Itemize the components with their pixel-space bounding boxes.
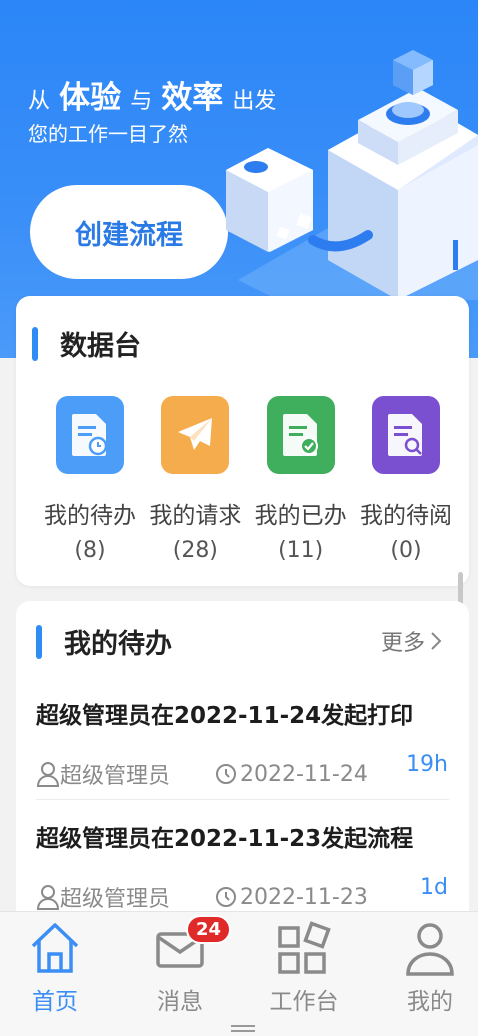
unread-badge: 24 [186,915,232,944]
todo-item-date-text: 2022-11-23 [240,884,368,910]
divider [36,799,449,800]
create-process-button[interactable]: 创建流程 [30,185,228,279]
todo-header: 我的待办 [36,622,172,661]
todo-item-date-text: 2022-11-24 [240,761,368,787]
todo-card: 我的待办 更多 超级管理员在2022-11-24发起打印 超级管理员 2022-… [16,601,469,941]
dashboard-item-my-todo[interactable]: 我的待办 (8) [38,396,142,563]
hero-title-and: 与 [130,89,153,114]
paper-plane-icon [161,396,230,474]
dashboard-item-count: (28) [172,538,218,563]
tab-home[interactable]: 首页 [5,920,105,1016]
dashboard-item-count: (8) [74,538,106,563]
todo-list-item[interactable]: 超级管理员在2022-11-24发起打印 超级管理员 2022-11-24 19… [36,696,448,790]
user-icon [36,762,60,787]
todo-item-age: 1d [420,875,448,900]
clock-icon [216,764,236,784]
home-icon [31,923,79,973]
user-icon [36,885,60,910]
dashboard-item-label: 我的待办 [44,503,136,529]
dashboard-item-label: 我的已办 [254,503,347,529]
todo-item-user: 超级管理员 [36,881,214,913]
todo-item-title: 超级管理员在2022-11-23发起流程 [36,826,414,852]
dashboard-header: 数据台 [32,324,141,363]
tab-workbench[interactable]: 工作台 [254,920,354,1016]
dashboard-grid: 我的待办 (8) 我的请求 (28) 我的已办 (11) 我的待阅 (0) [38,396,458,563]
todo-item-user-name: 超级管理员 [60,764,171,789]
hero-title-experience: 体验 [59,80,122,116]
dashboard-item-label: 我的待阅 [359,503,452,529]
user-icon [406,923,454,976]
tab-label: 工作台 [269,989,339,1015]
todo-item-user: 超级管理员 [36,758,214,790]
hero-title-from: 从 [28,89,51,114]
todo-item-date: 2022-11-24 [214,762,368,787]
tab-messages[interactable]: 24 消息 [130,915,232,1016]
clock-icon [216,887,236,907]
apps-icon [278,921,331,974]
dashboard-item-label: 我的请求 [149,503,242,529]
tab-profile[interactable]: 我的 [380,920,478,1016]
doc-search-icon [371,396,440,474]
isometric-building-illustration [226,50,478,300]
todo-item-user-name: 超级管理员 [60,887,171,912]
hero-subtitle: 您的工作一目了然 [28,122,188,146]
doc-clock-icon [56,396,124,474]
todo-title: 我的待办 [64,629,172,660]
dashboard-item-my-done[interactable]: 我的已办 (11) [249,396,353,563]
section-accent-bar [36,624,42,659]
todo-item-meta: 超级管理员 2022-11-24 19h [36,752,448,790]
hero-title-efficiency: 效率 [161,80,224,116]
home-indicator [231,1025,255,1027]
tab-label: 我的 [407,989,453,1015]
dashboard-item-my-request[interactable]: 我的请求 (28) [143,396,247,563]
todo-list-item[interactable]: 超级管理员在2022-11-23发起流程 超级管理员 2022-11-23 1d [36,819,448,913]
todo-item-date: 2022-11-23 [214,885,368,910]
bottom-tab-bar: 首页 24 消息 工作台 我的 [0,911,478,1036]
tab-label: 首页 [32,989,78,1015]
more-link[interactable]: 更多 [381,625,443,657]
todo-item-title: 超级管理员在2022-11-24发起打印 [36,703,414,729]
doc-check-icon [266,396,335,474]
chevron-right-icon [431,632,442,650]
section-accent-bar [32,326,38,361]
dashboard-item-count: (0) [390,538,422,563]
dashboard-item-my-toread[interactable]: 我的待阅 (0) [354,396,458,563]
more-label: 更多 [380,631,425,656]
dashboard-title: 数据台 [60,331,141,362]
todo-item-meta: 超级管理员 2022-11-23 1d [36,875,448,913]
dashboard-card: 数据台 我的待办 (8) 我的请求 (28) 我的已办 (11) 我的待阅 (0… [16,296,469,586]
dashboard-item-count: (11) [278,538,324,563]
todo-item-age: 19h [406,752,448,777]
tab-label: 消息 [157,989,203,1015]
